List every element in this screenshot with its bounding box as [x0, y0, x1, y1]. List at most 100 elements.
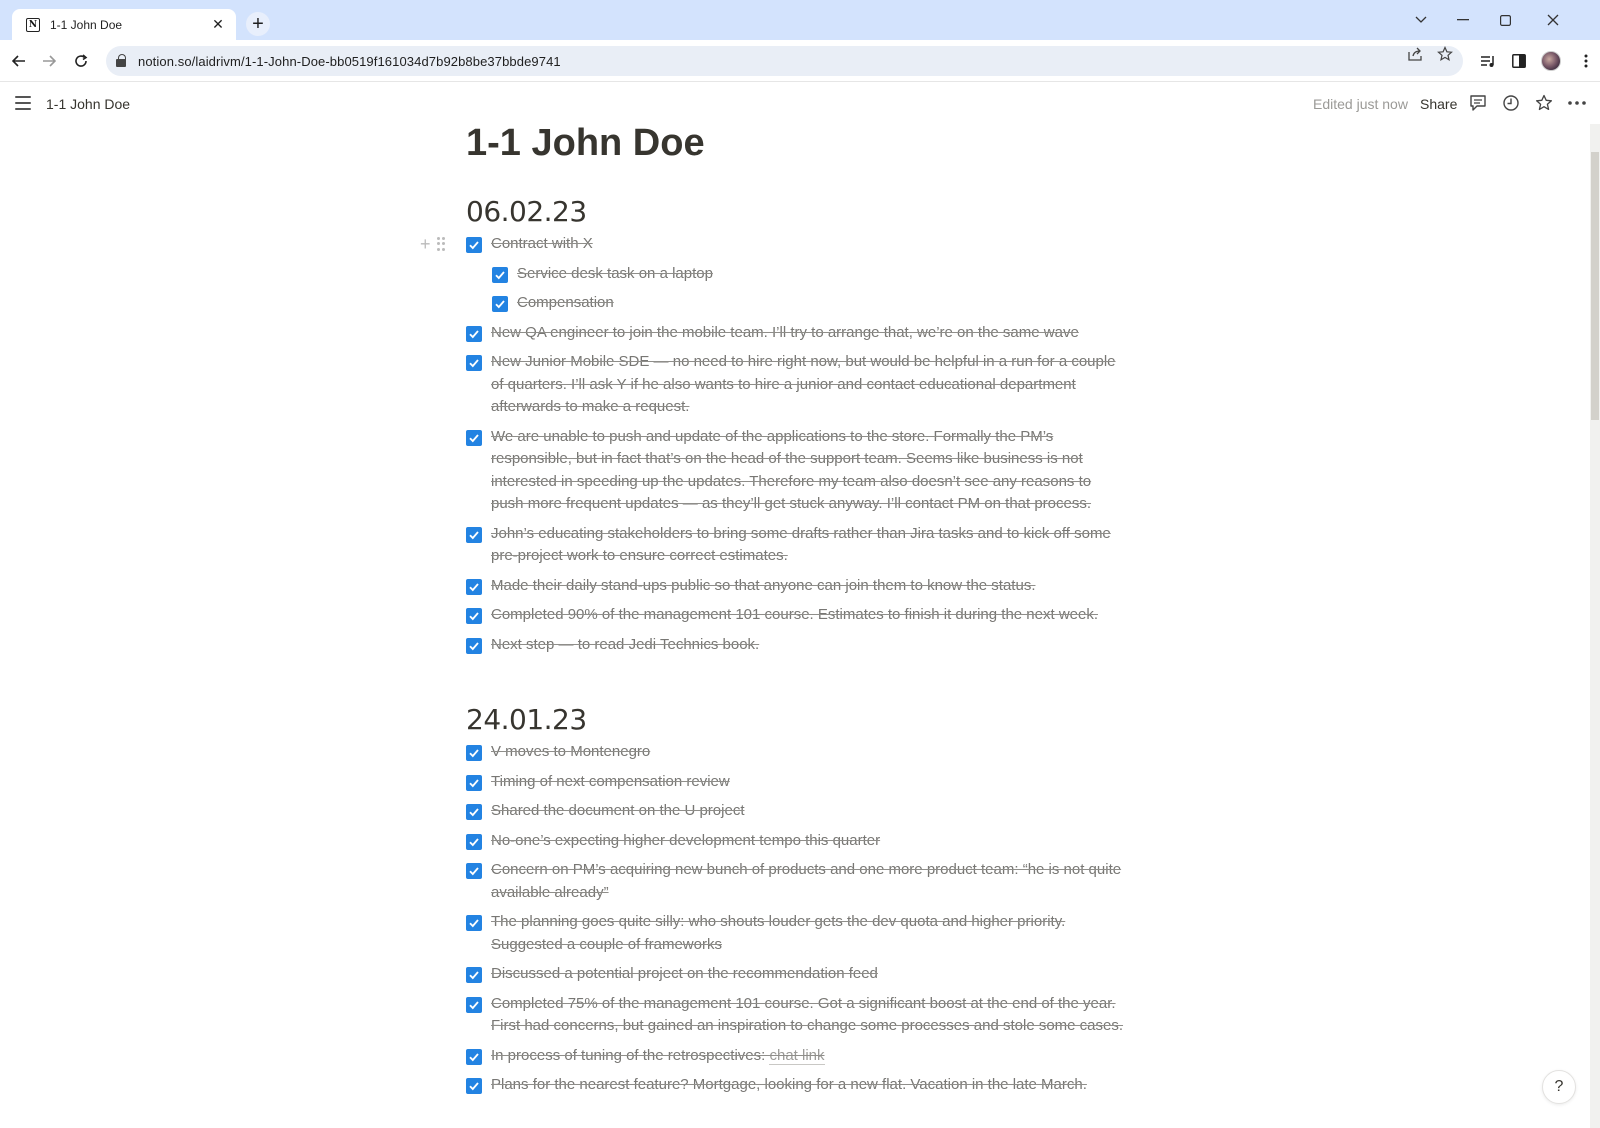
todo-item: The planning goes quite silly: who shout…: [466, 911, 1126, 956]
close-tab-icon[interactable]: ✕: [210, 16, 226, 33]
todo-label: In process of tuning of the retrospectiv…: [491, 1046, 770, 1064]
favorite-star-icon[interactable]: [1532, 91, 1556, 115]
checkbox-checked-icon[interactable]: [466, 608, 482, 624]
todo-text[interactable]: Compensation: [517, 292, 614, 315]
todo-text[interactable]: In process of tuning of the retrospectiv…: [491, 1045, 825, 1068]
close-window-icon[interactable]: [1538, 6, 1568, 34]
share-page-icon[interactable]: [1407, 46, 1423, 66]
sidebar-menu-icon[interactable]: [15, 96, 31, 110]
checkbox-checked-icon[interactable]: [466, 967, 482, 983]
reload-icon[interactable]: [69, 49, 93, 73]
scrollbar-thumb[interactable]: [1591, 152, 1599, 420]
address-bar[interactable]: notion.so/laidrivm/1-1-John-Doe-bb0519f1…: [106, 46, 1463, 76]
todo-item: John’s educating stakeholders to bring s…: [466, 523, 1126, 568]
todo-label: Contract with X: [491, 235, 593, 252]
checkbox-checked-icon[interactable]: [492, 266, 508, 283]
side-panel-icon[interactable]: [1507, 49, 1531, 73]
help-button[interactable]: ?: [1542, 1070, 1576, 1104]
todo-text[interactable]: Shared the document on the U project: [491, 800, 745, 823]
todo-label: Timing of next compensation review: [491, 772, 730, 790]
more-options-icon[interactable]: [1565, 91, 1589, 115]
todo-text[interactable]: New Junior Mobile SDE — no need to hire …: [491, 351, 1126, 419]
page-title[interactable]: 1-1 John Doe: [466, 118, 1126, 168]
checkbox-checked-icon[interactable]: [466, 355, 482, 371]
todo-item: Shared the document on the U project: [466, 800, 1126, 823]
browser-tabstrip: N 1-1 John Doe ✕ +: [0, 0, 1600, 40]
checkbox-checked-icon[interactable]: [466, 325, 482, 342]
todo-label: Shared the document on the U project: [491, 802, 745, 819]
todo-text[interactable]: Next step — to read Jedi Technics book.: [491, 634, 759, 657]
checkbox-checked-icon[interactable]: [492, 296, 508, 312]
checkbox-checked-icon[interactable]: [466, 915, 482, 931]
checkbox-checked-icon[interactable]: [466, 996, 482, 1013]
checkbox-checked-icon[interactable]: [466, 745, 482, 761]
checkbox-checked-icon[interactable]: [466, 774, 482, 791]
todo-text[interactable]: Discussed a potential project on the rec…: [491, 963, 878, 986]
todo-label: Next step — to read Jedi Technics book.: [491, 635, 760, 653]
todo-item: + Contract with X: [420, 233, 1126, 256]
todo-text[interactable]: John’s educating stakeholders to bring s…: [491, 523, 1126, 568]
todo-text[interactable]: Contract with X: [491, 233, 593, 256]
checkbox-checked-icon[interactable]: [466, 237, 482, 253]
browser-menu-icon[interactable]: [1574, 49, 1598, 73]
todo-label: The planning goes quite silly: who shout…: [491, 913, 1066, 953]
back-icon[interactable]: [7, 49, 31, 73]
todo-text[interactable]: Completed 75% of the management 101 cour…: [491, 993, 1126, 1038]
browser-toolbar: notion.so/laidrivm/1-1-John-Doe-bb0519f1…: [0, 40, 1600, 82]
share-button[interactable]: Share: [1420, 96, 1457, 112]
history-clock-icon[interactable]: [1499, 91, 1523, 115]
todo-text[interactable]: V moves to Montenegro: [491, 741, 650, 764]
todo-item: No-one’s expecting higher development te…: [466, 830, 1126, 853]
todo-item: Concern on PM’s acquiring new bunch of p…: [466, 859, 1126, 904]
lock-icon: [116, 54, 128, 68]
todo-item: Timing of next compensation review: [466, 771, 1126, 794]
checkbox-checked-icon[interactable]: [466, 429, 482, 446]
todo-text[interactable]: New QA engineer to join the mobile team.…: [491, 322, 1079, 345]
add-block-icon[interactable]: +: [420, 235, 431, 253]
todo-text[interactable]: We are unable to push and update of the …: [491, 426, 1126, 516]
minimize-icon[interactable]: [1448, 6, 1478, 34]
profile-avatar[interactable]: [1541, 51, 1561, 71]
todo-label: V moves to Montenegro: [491, 743, 651, 760]
todo-item: New Junior Mobile SDE — no need to hire …: [466, 351, 1126, 419]
checkbox-checked-icon[interactable]: [466, 833, 482, 850]
bookmark-star-icon[interactable]: [1437, 46, 1453, 66]
edited-status: Edited just now: [1313, 96, 1408, 112]
todo-label: New Junior Mobile SDE — no need to hire …: [491, 353, 1116, 415]
chat-link[interactable]: chat link: [769, 1046, 825, 1065]
todo-text[interactable]: Plans for the nearest feature? Mortgage,…: [491, 1074, 1087, 1097]
breadcrumb[interactable]: 1-1 John Doe: [46, 96, 130, 112]
section-heading[interactable]: 24.01.23: [466, 702, 1126, 738]
comments-icon[interactable]: [1466, 91, 1490, 115]
notion-logo-icon: N: [26, 17, 40, 32]
forward-icon[interactable]: [37, 49, 61, 73]
todo-label: We are unable to push and update of the …: [491, 427, 1092, 513]
todo-label: New QA engineer to join the mobile team.…: [491, 323, 1079, 341]
checkbox-checked-icon[interactable]: [466, 863, 482, 879]
todo-text[interactable]: Made their daily stand-ups public so tha…: [491, 575, 1035, 598]
todo-text[interactable]: No-one’s expecting higher development te…: [491, 830, 880, 853]
page-content: 1-1 John Doe 06.02.23 + Contract with X Ser…: [420, 118, 1126, 1104]
checkbox-checked-icon[interactable]: [466, 1048, 482, 1065]
todo-text[interactable]: Service desk task on a laptop: [517, 263, 713, 286]
browser-tab[interactable]: N 1-1 John Doe ✕: [12, 9, 236, 40]
todo-text[interactable]: Completed 90% of the management 101 cour…: [491, 604, 1098, 627]
todo-item: Plans for the nearest feature? Mortgage,…: [466, 1074, 1126, 1097]
todo-text[interactable]: Concern on PM’s acquiring new bunch of p…: [491, 859, 1126, 904]
section-heading[interactable]: 06.02.23: [466, 194, 1126, 230]
drag-handle-icon[interactable]: [436, 237, 445, 251]
tab-search-icon[interactable]: [1406, 6, 1436, 34]
todo-label: Compensation: [517, 294, 614, 311]
maximize-icon[interactable]: [1490, 6, 1520, 34]
new-tab-button[interactable]: +: [246, 12, 270, 36]
todo-item: Made their daily stand-ups public so tha…: [466, 575, 1126, 598]
todo-item: Completed 90% of the management 101 cour…: [466, 604, 1126, 627]
checkbox-checked-icon[interactable]: [466, 637, 482, 654]
todo-text[interactable]: Timing of next compensation review: [491, 771, 730, 794]
checkbox-checked-icon[interactable]: [466, 1078, 482, 1094]
checkbox-checked-icon[interactable]: [466, 526, 482, 543]
checkbox-checked-icon[interactable]: [466, 578, 482, 595]
checkbox-checked-icon[interactable]: [466, 804, 482, 820]
media-control-icon[interactable]: [1476, 49, 1500, 73]
todo-text[interactable]: The planning goes quite silly: who shout…: [491, 911, 1126, 956]
